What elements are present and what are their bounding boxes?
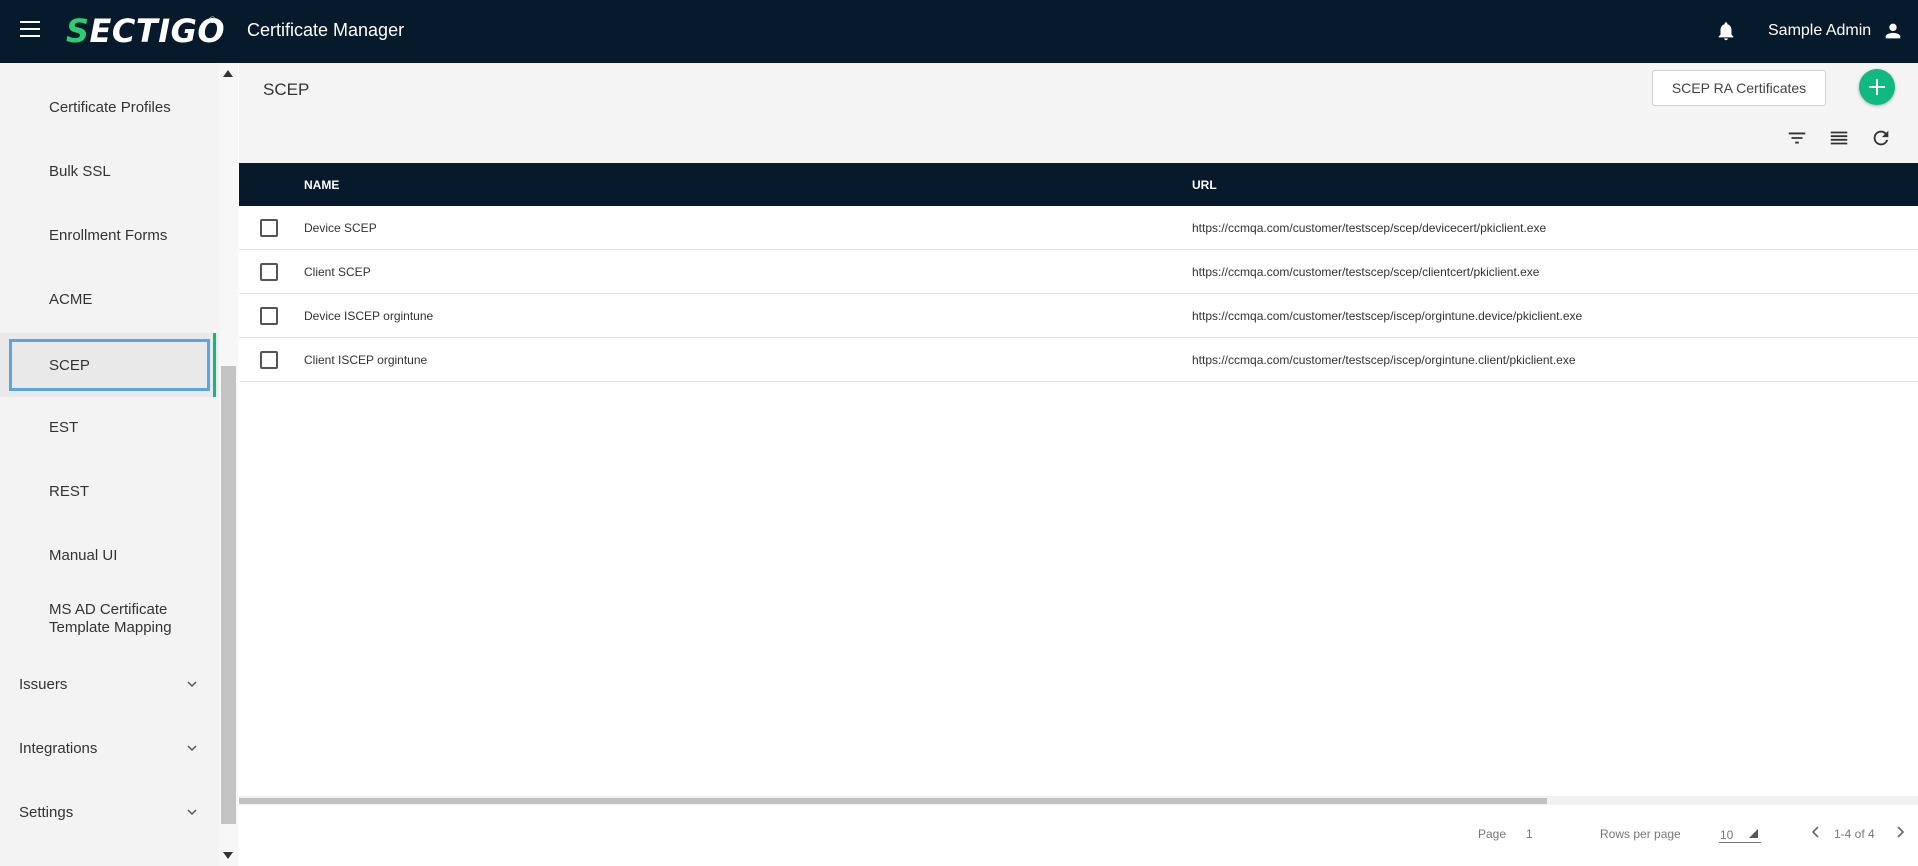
scrollbar-thumb[interactable]: [239, 798, 1547, 804]
cell-url: https://ccmqa.com/customer/testscep/isce…: [1192, 353, 1576, 367]
rows-per-page-label: Rows per page: [1600, 827, 1681, 841]
sidebar-scrollbar[interactable]: [219, 63, 238, 866]
table-row[interactable]: Client ISCEP orgintune https://ccmqa.com…: [239, 338, 1918, 382]
user-name[interactable]: Sample Admin: [1768, 22, 1871, 40]
rows-per-page-value: 10: [1720, 828, 1734, 842]
user-account-icon[interactable]: [1882, 20, 1904, 42]
column-header-url[interactable]: URL: [1192, 178, 1217, 192]
row-checkbox[interactable]: [260, 351, 278, 369]
sidebar-item-manual-ui[interactable]: Manual UI: [0, 523, 218, 587]
table-row[interactable]: Device SCEP https://ccmqa.com/customer/t…: [239, 206, 1918, 250]
sidebar-item-label: Certificate Profiles: [49, 98, 171, 116]
cell-url: https://ccmqa.com/customer/testscep/isce…: [1192, 309, 1583, 323]
sidebar-item-label: REST: [49, 482, 90, 500]
notifications-bell-icon[interactable]: [1715, 20, 1737, 42]
page-label: Page: [1478, 827, 1507, 841]
sidebar-item-acme[interactable]: ACME: [0, 267, 218, 331]
sidebar-item-rest[interactable]: REST: [0, 459, 218, 523]
sectigo-logo[interactable]: SECTIGO ®: [66, 13, 225, 49]
sidebar-item-label: Manual UI: [49, 546, 118, 564]
sidebar-item-label: ACME: [49, 290, 93, 308]
scep-ra-certificates-button[interactable]: SCEP RA Certificates: [1652, 70, 1826, 106]
menu-icon[interactable]: [20, 21, 42, 41]
table-row[interactable]: Device ISCEP orgintune https://ccmqa.com…: [239, 294, 1918, 338]
sidebar-group-label: Integrations: [19, 739, 98, 757]
sidebar-item-label: MS AD Certificate Template Mapping: [49, 601, 172, 636]
scroll-down-icon[interactable]: [223, 852, 233, 859]
chevron-left-icon[interactable]: [1809, 825, 1823, 839]
chevron-down-icon: [187, 745, 197, 752]
chevron-right-icon[interactable]: [1893, 825, 1907, 839]
cell-name: Device ISCEP orgintune: [304, 309, 434, 323]
sidebar-group-issuers[interactable]: Issuers: [0, 652, 218, 716]
table-header: NAME URL: [239, 163, 1918, 206]
sidebar-item-certificate-profiles[interactable]: Certificate Profiles: [0, 75, 218, 139]
page-title: SCEP: [263, 80, 310, 99]
sidebar-item-bulk-ssl[interactable]: Bulk SSL: [0, 139, 218, 203]
sidebar-item-label: EST: [49, 418, 79, 436]
chevron-down-icon: [187, 681, 197, 688]
cell-url: https://ccmqa.com/customer/testscep/scep…: [1192, 221, 1547, 235]
pagination-footer: Page 1 Rows per page 10 1-4 of 4: [239, 805, 1918, 866]
cell-url: https://ccmqa.com/customer/testscep/scep…: [1192, 265, 1540, 279]
sidebar-item-ms-ad-template-mapping[interactable]: MS AD Certificate Template Mapping: [0, 587, 218, 651]
sidebar-item-est[interactable]: EST: [0, 395, 218, 459]
top-header: SECTIGO ® Certificate Manager Sample Adm…: [0, 0, 1918, 63]
row-checkbox[interactable]: [260, 263, 278, 281]
sidebar-item-label: SCEP: [49, 356, 90, 374]
active-indicator: [213, 333, 216, 397]
sidebar-group-label: Issuers: [19, 675, 68, 693]
sidebar-group-label: Settings: [19, 803, 74, 821]
sidebar-item-scep[interactable]: SCEP: [0, 333, 218, 397]
sidebar-group-integrations[interactable]: Integrations: [0, 716, 218, 780]
app-title: Certificate Manager: [247, 20, 405, 40]
main-content: SCEP SCEP RA Certificates NAME URL Devic…: [239, 63, 1918, 866]
cell-name: Device SCEP: [304, 221, 377, 235]
page-range: 1-4 of 4: [1834, 827, 1875, 841]
add-icon[interactable]: [1859, 69, 1895, 105]
table-row[interactable]: Client SCEP https://ccmqa.com/customer/t…: [239, 250, 1918, 294]
sidebar-item-label: Enrollment Forms: [49, 226, 168, 244]
rows-per-page-select[interactable]: 10: [1719, 821, 1761, 843]
dropdown-icon: [1749, 829, 1758, 838]
sidebar-item-label: Bulk SSL: [49, 162, 111, 180]
chevron-down-icon: [187, 809, 197, 816]
scrollbar-thumb[interactable]: [221, 366, 236, 824]
sidebar: Certificate Profiles Bulk SSL Enrollment…: [0, 63, 238, 866]
column-header-name[interactable]: NAME: [304, 178, 339, 192]
page-number: 1: [1526, 827, 1533, 841]
page-toolbar: SCEP SCEP RA Certificates: [239, 63, 1918, 163]
row-checkbox[interactable]: [260, 307, 278, 325]
refresh-icon[interactable]: [1870, 127, 1892, 149]
columns-icon[interactable]: [1828, 127, 1850, 149]
sidebar-item-enrollment-forms[interactable]: Enrollment Forms: [0, 203, 218, 267]
filter-icon[interactable]: [1786, 127, 1808, 149]
cell-name: Client ISCEP orgintune: [304, 353, 428, 367]
cell-name: Client SCEP: [304, 265, 371, 279]
sidebar-group-settings[interactable]: Settings: [0, 780, 218, 844]
table-horizontal-scrollbar[interactable]: [239, 796, 1918, 805]
scroll-up-icon[interactable]: [223, 70, 233, 77]
row-checkbox[interactable]: [260, 219, 278, 237]
